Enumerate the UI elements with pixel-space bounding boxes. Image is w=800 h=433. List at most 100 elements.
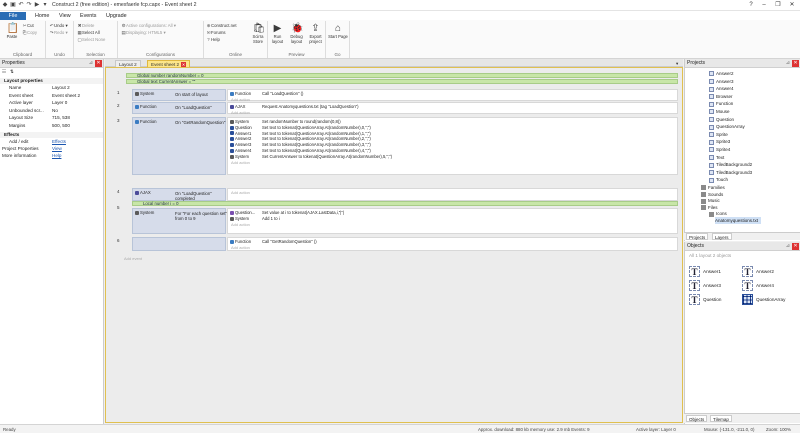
pin-projects-icon[interactable]: ⊿ xyxy=(786,59,790,68)
forums-button[interactable]: ✉Forums xyxy=(206,30,226,36)
tab-event-sheet-2[interactable]: Event sheet 2 ✕ xyxy=(147,60,191,68)
prop-row[interactable]: Event sheet Event sheet 2 xyxy=(0,93,103,99)
construct-net-button[interactable]: ⊕Construct.net xyxy=(206,23,237,29)
minimize-button[interactable]: – xyxy=(758,1,770,10)
menu-view[interactable]: View xyxy=(56,12,74,20)
export-project-button[interactable]: ⇪ Export project xyxy=(306,23,325,44)
scirra-store-button[interactable]: 🛍 Scirra Store xyxy=(248,23,268,44)
undo-icon[interactable]: ↶ xyxy=(18,2,24,8)
project-object-item[interactable]: Answer3 xyxy=(709,78,734,85)
action[interactable]: AJAX Request Anatomyquestions.txt (tag "L… xyxy=(230,104,675,110)
event-sheet[interactable]: Global number randomNumber = 0 Global te… xyxy=(105,67,683,423)
tab-tilemap[interactable]: Tilemap xyxy=(710,415,732,422)
conditions-block[interactable]: Function On "LoadQuestion" xyxy=(132,102,226,114)
sort-icon[interactable]: ⇅ xyxy=(10,69,14,75)
project-object-item[interactable]: Text xyxy=(709,154,724,161)
pin-icon[interactable]: ⊿ xyxy=(89,59,93,68)
action[interactable]: Function Call "GetRandomQuestion" () xyxy=(230,239,675,245)
menu-events[interactable]: Events xyxy=(77,12,99,20)
event-row[interactable]: 1 System On start of layout Function Call "L… xyxy=(106,89,682,102)
tabs-dropdown-icon[interactable]: ▾ xyxy=(673,60,681,67)
conditions-block[interactable]: AJAX On "LoadQuestion" completed xyxy=(132,188,226,201)
add-action-link[interactable]: Add action xyxy=(231,245,250,250)
add-action-link[interactable]: Add action xyxy=(231,222,250,227)
section-layout-properties[interactable]: Layout properties xyxy=(0,78,103,84)
actions-block[interactable]: Add action xyxy=(227,188,678,201)
add-action-link[interactable]: Add action xyxy=(231,190,250,195)
project-object-item[interactable]: Sprite xyxy=(709,131,728,138)
close-projects-icon[interactable]: ✕ xyxy=(792,60,799,67)
project-object-item[interactable]: TiledBackground2 xyxy=(709,161,752,168)
actions-block[interactable]: System Set randomNumber to round(random(0… xyxy=(227,117,678,175)
more-icon[interactable]: ▾ xyxy=(42,2,48,8)
prop-row[interactable]: Margins 500, 500 xyxy=(0,123,103,129)
pin-objects-icon[interactable]: ⊿ xyxy=(786,242,790,251)
save-icon[interactable]: ▣ xyxy=(10,2,16,8)
actions-block[interactable]: AJAX Request Anatomyquestions.txt (tag "L… xyxy=(227,102,678,115)
conditions-block[interactable] xyxy=(132,237,226,251)
close-window-button[interactable]: ✕ xyxy=(786,1,798,10)
project-object-item[interactable]: Touch xyxy=(709,176,728,183)
cut-button[interactable]: ✂Cut xyxy=(22,23,34,29)
view-link[interactable]: View xyxy=(52,146,62,152)
run-layout-button[interactable]: ▶ Run layout xyxy=(268,23,287,44)
condition[interactable]: System For "For each question set" from 0… xyxy=(135,210,227,234)
add-event-link[interactable]: Add event xyxy=(124,256,142,261)
select-all-button[interactable]: ▦Select All xyxy=(77,30,99,36)
project-object-item[interactable]: Question xyxy=(709,116,734,123)
event-row[interactable]: 6 Function Call "GetRandomQuestion" () Add … xyxy=(106,237,682,251)
active-configurations-dropdown[interactable]: ⚙Active configurations: All ▾ xyxy=(121,23,176,29)
event-row[interactable]: 4 AJAX On "LoadQuestion" completed Add acti… xyxy=(106,188,682,201)
event-row[interactable]: 5 Local number i = 0 System For "For each q… xyxy=(106,201,682,234)
close-objects-icon[interactable]: ✕ xyxy=(792,243,799,250)
tab-projects[interactable]: Projects xyxy=(686,233,709,240)
global-variable-currentanswer[interactable]: Global text CurrentAnswer = "" xyxy=(126,79,678,84)
condition[interactable]: AJAX On "LoadQuestion" completed xyxy=(135,190,223,201)
condition[interactable]: Function On "LoadQuestion" xyxy=(135,104,223,114)
prop-row[interactable]: Layout Size 715, 538 xyxy=(0,115,103,121)
project-object-item[interactable]: Mouse xyxy=(709,108,730,115)
menu-file[interactable]: File xyxy=(0,12,26,20)
project-object-item[interactable]: Sprite4 xyxy=(709,146,730,153)
categorized-icon[interactable]: ☷ xyxy=(2,69,6,75)
close-properties-icon[interactable]: ✕ xyxy=(95,60,102,67)
action[interactable]: System Add 1 to i xyxy=(230,216,675,222)
condition[interactable]: Function On "GetRandomQuestion" xyxy=(135,119,225,175)
conditions-block[interactable]: System For "For each question set" from 0… xyxy=(132,208,227,234)
project-object-item[interactable]: Answer2 xyxy=(709,70,734,77)
maximize-button[interactable]: ❐ xyxy=(772,1,784,10)
prop-row[interactable]: Name Layout 2 xyxy=(0,85,103,91)
add-action-link[interactable]: Add action xyxy=(231,110,250,115)
start-page-button[interactable]: ⌂ Start Page xyxy=(328,23,348,40)
actions-block[interactable]: Function Call "LoadQuestion" () Add action xyxy=(227,89,678,102)
menu-upgrade[interactable]: Upgrade xyxy=(103,12,130,20)
actions-block[interactable]: Function Call "GetRandomQuestion" () Add a… xyxy=(227,237,678,251)
help-window-icon[interactable]: ? xyxy=(745,1,757,10)
tab-objects[interactable]: Objects xyxy=(686,415,708,422)
copy-button[interactable]: ⎘Copy xyxy=(22,30,37,36)
project-object-item[interactable]: Browser xyxy=(709,93,733,100)
menu-home[interactable]: Home xyxy=(32,12,52,20)
displaying-dropdown[interactable]: ▤Displaying: HTML5 ▾ xyxy=(121,30,165,36)
actions-block[interactable]: Question... Set value at i to tokenat(AJA… xyxy=(227,208,678,234)
project-object-item[interactable]: Answer4 xyxy=(709,85,734,92)
project-object-item[interactable]: TiledBackground3 xyxy=(709,169,752,176)
prop-row[interactable]: Active layer Layer 0 xyxy=(0,100,103,106)
conditions-block[interactable]: Function On "GetRandomQuestion" xyxy=(132,117,226,175)
local-variable[interactable]: Local number i = 0 xyxy=(132,201,678,206)
help-link[interactable]: Help xyxy=(52,153,61,159)
paste-button[interactable]: 📋 Paste xyxy=(2,23,22,40)
event-row[interactable]: 2 Function On "LoadQuestion" AJAX Request An… xyxy=(106,102,682,115)
project-object-item[interactable]: Function xyxy=(709,100,733,107)
action[interactable]: System Set CurrentAnswer to tokenat(Quest… xyxy=(230,154,675,160)
section-effects[interactable]: Effects xyxy=(0,132,103,138)
event-row[interactable]: 3 Function On "GetRandomQuestion" System Set… xyxy=(106,117,682,175)
help-button[interactable]: ?Help xyxy=(206,37,220,43)
project-object-item[interactable]: Sprite3 xyxy=(709,138,730,145)
project-object-item[interactable]: QuestionArray xyxy=(709,123,745,130)
objects-filter[interactable]: All 1 layout 2 objects xyxy=(685,253,800,259)
redo-icon[interactable]: ↷ xyxy=(26,2,32,8)
prop-row[interactable]: Unbounded scr... No xyxy=(0,108,103,114)
tab-layout-2[interactable]: Layout 2 xyxy=(115,60,141,67)
select-none-button[interactable]: ▢Select None xyxy=(77,37,105,43)
